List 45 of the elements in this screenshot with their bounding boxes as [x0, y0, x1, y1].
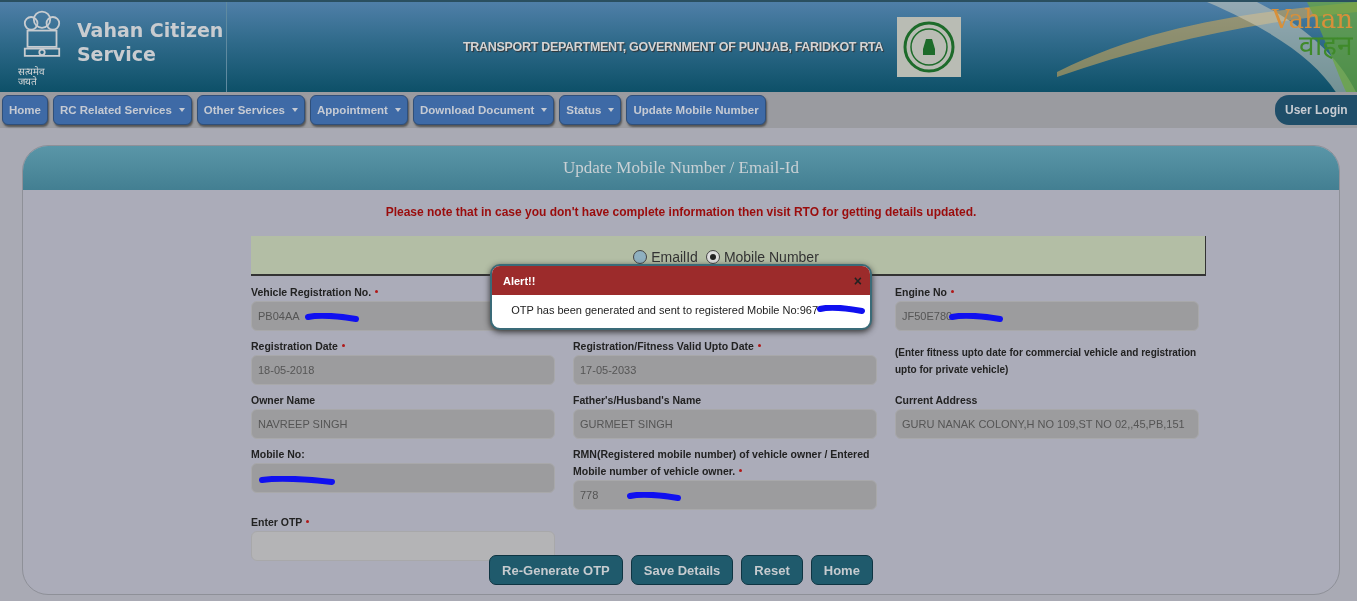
readonly-field[interactable]: 18-05-2018: [251, 355, 555, 385]
close-button[interactable]: ×: [853, 272, 862, 289]
readonly-field[interactable]: [251, 463, 555, 493]
field-label: RMN(Registered mobile number) of vehicle owner / Entered Mobile number of vehicle owner.: [573, 447, 871, 479]
site-title: Vahan Citizen Service: [76, 18, 225, 66]
readonly-field[interactable]: 778: [573, 480, 877, 510]
login-button[interactable]: User Login: [1275, 95, 1357, 125]
action-button[interactable]: Re-Generate OTP: [489, 555, 623, 585]
readonly-field[interactable]: NAVREEP SINGH: [251, 409, 555, 439]
field-label: Enter OTP: [251, 514, 555, 531]
nav-menu-item[interactable]: Update Mobile Number: [626, 95, 766, 125]
readonly-field[interactable]: GURMEET SINGH: [573, 409, 877, 439]
hint-text: (Enter fitness upto date for commercial vehicle and registration upto for private vehicle): [895, 346, 1198, 377]
nav-menu-item[interactable]: Download Document: [412, 95, 555, 125]
radio-button[interactable]: [633, 250, 648, 264]
field-label: Registration/Fitness Valid Upto Date: [573, 338, 877, 355]
field-label: Registration Date: [251, 338, 555, 355]
nav-menu-item[interactable]: Home: [2, 95, 48, 125]
nav-menu-item[interactable]: Status: [559, 95, 622, 125]
action-button[interactable]: Save Details: [630, 555, 734, 585]
field-label: Vehicle Registration No.: [251, 284, 555, 301]
panel-title: Update Mobile Number / Email-Id: [23, 146, 1339, 190]
nav-menu-item[interactable]: Appointment: [310, 95, 408, 125]
nav-menu-item[interactable]: RC Related Services: [52, 95, 192, 125]
field-label: Father's/Husband's Name: [573, 393, 703, 408]
action-button[interactable]: Reset: [741, 555, 803, 585]
field-label: Engine No: [895, 284, 1199, 301]
seal-logo: [897, 17, 962, 77]
field-label: Current Address: [895, 393, 979, 408]
radio-button[interactable]: [705, 250, 720, 264]
field-label: Mobile No:: [251, 447, 306, 462]
nav-menu-item[interactable]: Other Services: [196, 95, 305, 125]
motto-text: सत्यमेव जयते: [18, 67, 46, 87]
radio-label[interactable]: EmailId: [651, 249, 698, 265]
vahan-logo: Vahan वाहन: [1272, 6, 1353, 60]
radio-label[interactable]: Mobile Number: [723, 249, 819, 265]
notice-text: Please note that in case you don't have complete information then visit RTO for getting details updated.: [384, 205, 978, 219]
field-label: Owner Name: [251, 393, 317, 408]
action-button[interactable]: Home: [810, 555, 873, 585]
alert-title: Alert!!: [503, 274, 536, 287]
input-field[interactable]: [251, 531, 555, 561]
readonly-field[interactable]: JF50E780: [895, 301, 1199, 331]
department-title: TRANSPORT DEPARTMENT, GOVERNMENT OF PUNJAB, FARIDKOT RTA: [463, 40, 884, 54]
readonly-field[interactable]: 17-05-2033: [573, 355, 877, 385]
readonly-field[interactable]: GURU NANAK COLONY,H NO 109,ST NO 02,,45,PB,151: [895, 409, 1199, 439]
